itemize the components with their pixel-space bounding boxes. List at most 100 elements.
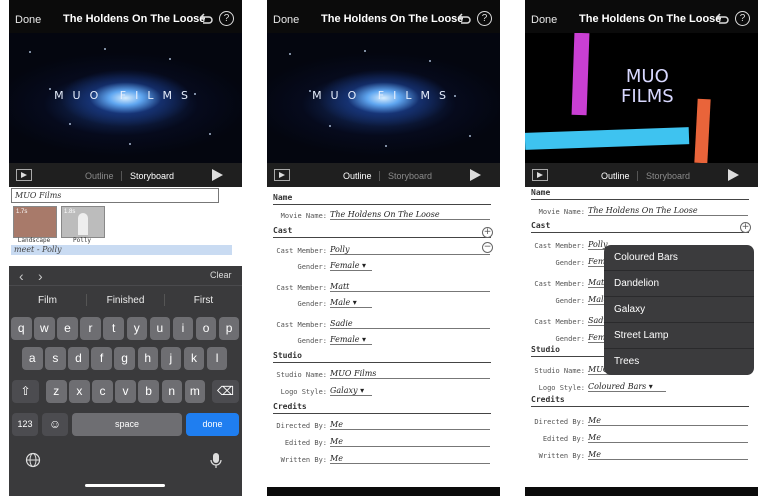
menu-item-trees[interactable]: Trees bbox=[604, 349, 754, 375]
numbers-key[interactable]: 123 bbox=[12, 413, 38, 436]
key-k[interactable]: k bbox=[183, 347, 205, 370]
chevron-right-icon[interactable]: › bbox=[38, 268, 43, 284]
company-name-field[interactable]: MUO Films bbox=[11, 188, 219, 203]
movie-name-field[interactable]: The Holdens On The Loose bbox=[588, 206, 748, 216]
menu-item-street-lamp[interactable]: Street Lamp bbox=[604, 323, 754, 349]
key-u[interactable]: u bbox=[149, 317, 171, 340]
help-icon[interactable]: ? bbox=[735, 11, 750, 26]
cast-member-field[interactable]: Matt bbox=[330, 282, 490, 292]
cast-member-field[interactable]: Sadie bbox=[330, 319, 490, 329]
tab-outline[interactable]: Outline bbox=[601, 171, 630, 181]
logo-style-select[interactable]: Galaxy ▾ bbox=[330, 386, 372, 396]
gender-select[interactable]: Female ▾ bbox=[330, 261, 372, 271]
clip-thumbnail-polly[interactable]: 1.8s bbox=[61, 206, 105, 238]
directed-by-field[interactable]: Me bbox=[330, 420, 490, 430]
menu-item-coloured-bars[interactable]: Coloured Bars bbox=[604, 245, 754, 271]
written-by-field[interactable]: Me bbox=[588, 450, 748, 460]
suggestion-1[interactable]: Film bbox=[9, 295, 86, 306]
directed-by-field[interactable]: Me bbox=[588, 416, 748, 426]
tab-outline[interactable]: Outline bbox=[343, 171, 372, 181]
key-x[interactable]: x bbox=[69, 380, 90, 403]
movie-name-label: Movie Name: bbox=[538, 208, 585, 216]
add-cast-icon[interactable]: + bbox=[740, 222, 751, 233]
shift-icon[interactable]: ⇧ bbox=[12, 380, 39, 403]
gender-select[interactable]: Female ▾ bbox=[330, 335, 372, 345]
key-l[interactable]: l bbox=[206, 347, 228, 370]
tab-storyboard[interactable]: Storyboard bbox=[388, 171, 432, 181]
tab-outline[interactable]: Outline bbox=[85, 171, 114, 181]
logo-style-select[interactable]: Coloured Bars ▾ bbox=[588, 382, 666, 392]
key-r[interactable]: r bbox=[80, 317, 101, 340]
space-key[interactable]: space bbox=[72, 413, 182, 436]
trailer-preview-coloured-bars: MUO FILMS bbox=[525, 33, 758, 163]
studio-name-field[interactable]: MUO Films bbox=[330, 369, 490, 379]
key-b[interactable]: b bbox=[138, 380, 159, 403]
tab-storyboard[interactable]: Storyboard bbox=[130, 171, 174, 181]
clear-button[interactable]: Clear bbox=[210, 270, 232, 280]
menu-item-galaxy[interactable]: Galaxy bbox=[604, 297, 754, 323]
key-o[interactable]: o bbox=[195, 317, 217, 340]
key-n[interactable]: n bbox=[161, 380, 182, 403]
section-header-cast: Cast bbox=[531, 221, 749, 233]
done-button[interactable]: Done bbox=[273, 14, 299, 26]
key-p[interactable]: p bbox=[218, 317, 240, 340]
emoji-key[interactable]: ☺ bbox=[42, 413, 68, 436]
key-m[interactable]: m bbox=[184, 380, 206, 403]
undo-icon[interactable] bbox=[715, 12, 729, 26]
menu-item-dandelion[interactable]: Dandelion bbox=[604, 271, 754, 297]
done-key[interactable]: done bbox=[186, 413, 239, 436]
clip-label-polly: Polly bbox=[72, 237, 92, 244]
muo-films-logo: MUO FILMS bbox=[621, 66, 674, 107]
undo-icon[interactable] bbox=[199, 12, 213, 26]
key-f[interactable]: f bbox=[91, 347, 112, 370]
chevron-left-icon[interactable]: ‹ bbox=[19, 268, 24, 284]
edited-by-field[interactable]: Me bbox=[330, 437, 490, 447]
gender-label: Gender: bbox=[297, 263, 327, 271]
key-d[interactable]: d bbox=[68, 347, 89, 370]
key-e[interactable]: e bbox=[57, 317, 78, 340]
key-q[interactable]: q bbox=[11, 317, 32, 340]
cast-member-label: Cast Member: bbox=[276, 321, 327, 329]
done-button[interactable]: Done bbox=[531, 14, 557, 26]
key-a[interactable]: a bbox=[22, 347, 43, 370]
play-icon[interactable] bbox=[470, 169, 481, 181]
suggestion-2[interactable]: Finished bbox=[87, 295, 164, 306]
key-h[interactable]: h bbox=[137, 347, 158, 370]
play-icon[interactable] bbox=[212, 169, 223, 181]
key-j[interactable]: j bbox=[160, 347, 182, 370]
help-icon[interactable]: ? bbox=[219, 11, 234, 26]
directed-by-label: Directed By: bbox=[276, 422, 327, 430]
key-c[interactable]: c bbox=[92, 380, 113, 403]
key-y[interactable]: y bbox=[126, 317, 147, 340]
fullscreen-play-icon[interactable] bbox=[16, 169, 32, 181]
cast-member-field[interactable]: Polly bbox=[330, 245, 490, 255]
movie-name-field[interactable]: The Holdens On The Loose bbox=[330, 210, 490, 220]
play-icon[interactable] bbox=[728, 169, 739, 181]
done-button[interactable]: Done bbox=[15, 14, 41, 26]
directed-by-label: Directed By: bbox=[534, 418, 585, 426]
key-v[interactable]: v bbox=[115, 380, 136, 403]
tab-storyboard[interactable]: Storyboard bbox=[646, 171, 690, 181]
key-w[interactable]: w bbox=[34, 317, 55, 340]
storyboard-text-highlight[interactable]: meet - Polly bbox=[11, 245, 232, 255]
suggestion-3[interactable]: First bbox=[165, 295, 242, 306]
globe-icon[interactable] bbox=[25, 452, 41, 468]
key-t[interactable]: t bbox=[103, 317, 124, 340]
written-by-field[interactable]: Me bbox=[330, 454, 490, 464]
clip-thumbnail-landscape[interactable]: 1.7s bbox=[13, 206, 57, 238]
fullscreen-play-icon[interactable] bbox=[274, 169, 290, 181]
key-i[interactable]: i bbox=[172, 317, 194, 340]
add-cast-icon[interactable]: + bbox=[482, 227, 493, 238]
gender-select[interactable]: Male ▾ bbox=[330, 298, 372, 308]
gender-label: Gender: bbox=[555, 259, 585, 267]
key-s[interactable]: s bbox=[45, 347, 66, 370]
undo-icon[interactable] bbox=[457, 12, 471, 26]
edited-by-field[interactable]: Me bbox=[588, 433, 748, 443]
help-icon[interactable]: ? bbox=[477, 11, 492, 26]
key-z[interactable]: z bbox=[46, 380, 67, 403]
key-g[interactable]: g bbox=[114, 347, 135, 370]
microphone-icon[interactable] bbox=[209, 452, 223, 469]
fullscreen-play-icon[interactable] bbox=[532, 169, 548, 181]
edited-by-label: Edited By: bbox=[284, 439, 327, 447]
backspace-icon[interactable]: ⌫ bbox=[212, 380, 239, 403]
